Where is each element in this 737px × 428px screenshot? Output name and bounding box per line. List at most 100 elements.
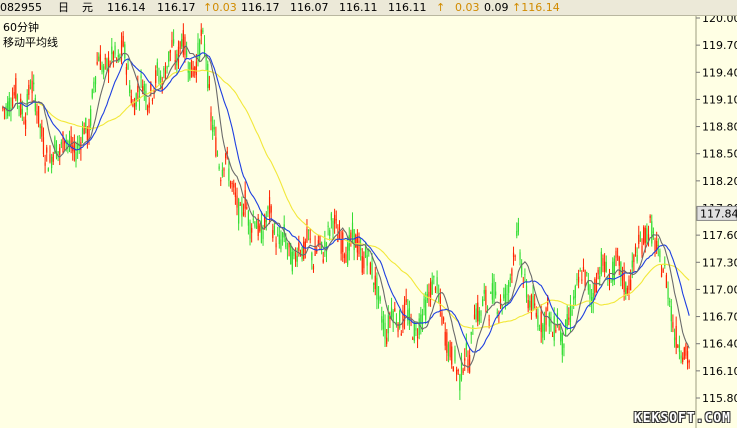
candle-body [436,277,438,286]
candle-body [535,312,537,317]
candle-body [473,314,476,320]
candle-body [44,162,46,166]
candle-body [493,278,495,303]
candle-body [41,126,43,137]
candle-body [268,197,271,214]
candle-body [21,108,23,114]
candle-body [28,84,30,95]
candle-body [646,228,648,243]
candle-body [190,59,193,78]
candle-body [94,76,97,85]
candle-body [600,251,602,275]
candle-body [675,325,677,348]
candle-body [81,128,84,142]
candle-body [416,336,419,338]
candle-body [604,261,606,272]
period-label: 60分钟 [3,21,39,34]
candle-body [112,52,115,60]
candle-body [270,206,272,213]
candle-body [181,39,183,47]
candle-body [234,192,236,198]
candle-body [124,44,126,59]
candle-body [577,276,580,283]
candle-body [538,328,541,330]
candle-body [228,168,230,181]
candle-body [345,254,347,263]
candle-body [255,225,258,229]
candle-body [342,232,344,253]
candle-body [469,354,471,373]
candle-body [418,318,420,336]
current-price-label: 117.84 [700,207,737,220]
candle-body [37,105,40,124]
candle-body [257,217,259,237]
candle-body [192,67,194,77]
candle-body [566,314,568,327]
candle-body [680,355,682,359]
candle-body [584,270,586,286]
candle-body [529,300,531,308]
candle-body [412,338,414,340]
candle-body [262,231,264,239]
candle-body [625,282,627,296]
candle-body [599,275,601,280]
candle-body [511,269,513,276]
candle-body [233,183,235,188]
candle-body [15,78,17,99]
candle-body [444,331,446,346]
candle-body [332,220,334,230]
candle-body [265,219,267,223]
candle-body [452,366,454,372]
candle-body [96,61,98,65]
candle-body [491,283,493,300]
candle-body [686,351,689,364]
candle-body [387,315,389,334]
candle-body [512,252,515,257]
price-chart[interactable]: 120.00 119.70 119.40 119.10 118.80 118.50 118.… [0,16,737,428]
moving-averages [2,45,690,369]
candle-body [451,346,453,365]
candle-body [298,243,300,251]
y-tick-label: 116.40 [702,338,737,351]
candle-body [431,280,433,295]
candle-body [482,299,484,307]
candle-body [130,95,132,103]
candle-body [140,75,142,78]
candle-body [236,195,238,208]
change-value-1: ↑0.03 [203,1,237,14]
candle-body [685,344,687,356]
candle-body [644,227,646,243]
candle-body [508,281,510,293]
candle-body [86,128,88,141]
candle-body [249,221,251,239]
candle-body [597,269,599,275]
candle-body [371,263,373,278]
candle-body [221,169,223,176]
y-tick-label: 119.10 [702,93,737,106]
candle-body [62,131,64,153]
candle-body [143,84,145,91]
candle-body [652,231,655,233]
candle-body [158,76,160,82]
candle-body [322,259,324,263]
candle-body [408,308,411,324]
period-unit-label: 日 [58,1,69,14]
candle-body [582,266,585,271]
candle-body [334,214,336,224]
candle-body [90,109,92,126]
low-price: 116.07 [290,1,329,14]
candle-body [405,299,407,303]
candle-body [551,335,554,337]
candle-body [569,305,572,323]
candle-body [146,105,149,112]
stock-code: 082955 [0,1,42,14]
candle-body [377,286,380,300]
candle-body [159,75,162,81]
candle-body [630,279,632,291]
candle-body [304,241,306,248]
candle-body [202,30,204,33]
candle-body [309,238,311,240]
candle-body [132,104,134,107]
candle-body [338,227,341,240]
candle-body [558,326,560,331]
